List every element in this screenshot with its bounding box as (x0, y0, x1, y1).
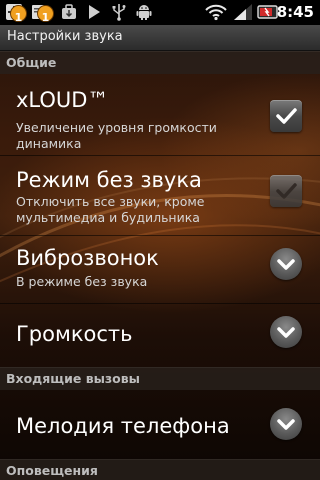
setting-row-volume[interactable]: Громкость (0, 304, 320, 366)
notification-count: 1 (14, 11, 23, 24)
play-icon (89, 5, 100, 19)
section-header-label: Общие (6, 55, 57, 70)
chevron-down-icon (277, 259, 295, 270)
section-header-notifications: Оповещения (0, 459, 320, 480)
ringtone-expand-button[interactable] (270, 408, 302, 440)
android-debug-icon (136, 5, 152, 20)
section-header-incoming-calls: Входящие вызовы (0, 367, 320, 390)
section-header-label: Оповещения (6, 463, 98, 478)
usb-icon (112, 4, 126, 21)
notification-count: 1 (41, 11, 50, 24)
setting-row-xloud[interactable]: xLOUD™ Увеличение уровня громкости динам… (0, 74, 320, 154)
setting-row-silent-mode[interactable]: Режим без звука Отключить все звуки, кро… (0, 156, 320, 236)
notification-badge-icon: 1 (11, 6, 26, 24)
clock-time: 8:45 (276, 3, 314, 21)
chevron-down-icon (277, 327, 295, 338)
volume-expand-button[interactable] (270, 316, 302, 348)
title-bar: Настройки звука (0, 25, 320, 51)
signal-icon (234, 4, 252, 20)
checkmark-icon (276, 108, 297, 124)
wifi-icon (205, 4, 227, 21)
xloud-checkbox[interactable] (270, 100, 302, 132)
setting-summary: Увеличение уровня громкости динамика (16, 120, 217, 151)
battery-icon (257, 5, 278, 19)
status-bar: 1 1 8:45 (0, 0, 320, 25)
section-header-label: Входящие вызовы (6, 371, 140, 386)
download-icon (62, 4, 76, 19)
setting-title: Мелодия телефона (16, 414, 230, 438)
section-header-general: Общие (0, 51, 320, 74)
page-title: Настройки звука (7, 29, 123, 44)
setting-row-vibration[interactable]: Виброзвонок В режиме без звука (0, 236, 320, 306)
setting-title: xLOUD™ (16, 88, 109, 112)
setting-title: Режим без звука (16, 168, 202, 192)
chevron-down-icon (277, 419, 295, 430)
setting-title: Громкость (16, 322, 133, 346)
setting-summary: В режиме без звука (16, 274, 148, 289)
setting-row-ringtone[interactable]: Мелодия телефона (0, 390, 320, 458)
notification-badge-icon: 1 (38, 6, 53, 24)
sound-settings-screen: 1 1 8:45 Настройки звука Общие xLOUD™ Ув… (0, 0, 320, 480)
checkmark-icon (276, 183, 297, 199)
setting-summary: Отключить все звуки, кроме мультимедиа и… (16, 194, 205, 225)
silent-mode-checkbox[interactable] (270, 175, 302, 207)
setting-title: Виброзвонок (16, 246, 159, 270)
vibration-expand-button[interactable] (270, 248, 302, 280)
